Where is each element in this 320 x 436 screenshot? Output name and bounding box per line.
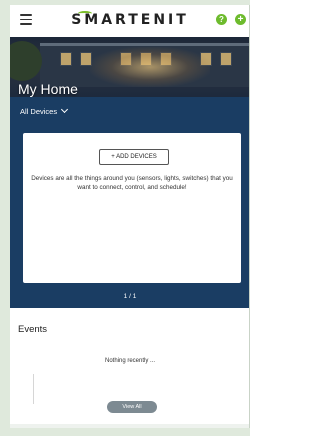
help-icon[interactable]: ? [216,14,227,25]
add-icon[interactable]: + [235,14,246,25]
footer-bar [10,424,249,428]
devices-filter-dropdown[interactable]: All Devices [20,105,69,116]
view-all-button[interactable]: View All [107,401,157,413]
home-hero-image: My Home [10,37,249,97]
devices-empty-card: + ADD DEVICES Devices are all the things… [23,133,241,283]
timeline-line [33,374,34,404]
devices-panel: All Devices + ADD DEVICES Devices are al… [10,97,249,308]
chevron-down-icon [61,105,69,114]
app-screen: SMARTENIT ? + My Home All Devices + ADD … [10,5,250,428]
device-frame: SMARTENIT ? + My Home All Devices + ADD … [0,0,250,436]
home-title: My Home [18,81,78,97]
house-light-glow [90,47,210,87]
devices-description: Devices are all the things around you (s… [31,175,233,191]
page-indicator: 1 / 1 [123,293,137,300]
devices-filter-label: All Devices [20,107,58,116]
app-logo: SMARTENIT [71,12,189,28]
events-section: Events Nothing recently ... View All [10,308,249,428]
add-devices-button[interactable]: + ADD DEVICES [99,149,169,165]
tree-shape [10,41,42,81]
events-empty-text: Nothing recently ... [104,358,156,364]
top-bar: SMARTENIT ? + [10,5,249,37]
events-title: Events [18,324,48,335]
